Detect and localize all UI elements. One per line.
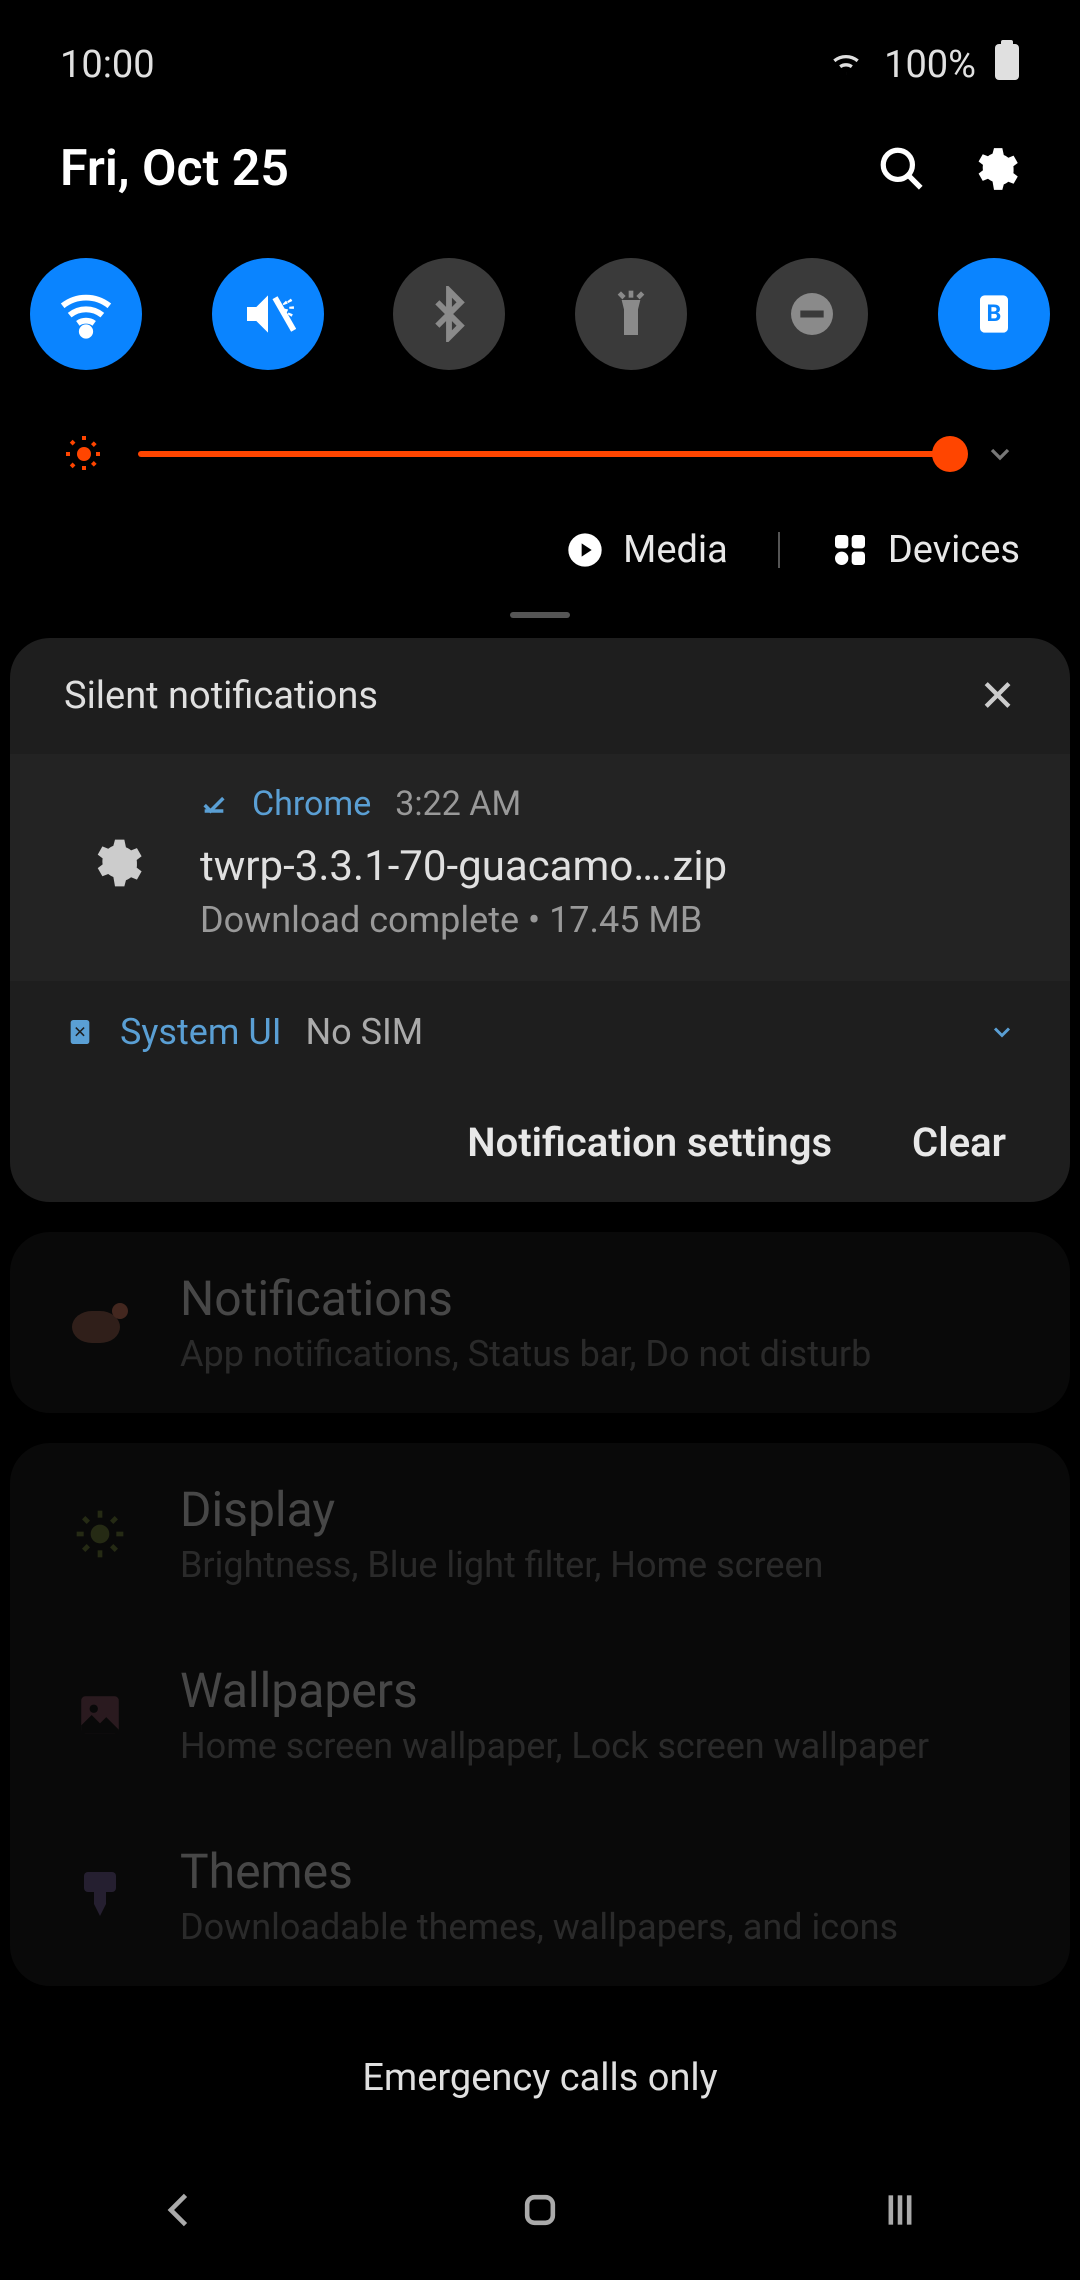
media-devices-row: Media Devices <box>0 508 1080 602</box>
nav-home[interactable] <box>510 2180 570 2240</box>
nav-back[interactable] <box>150 2180 210 2240</box>
system-app-label: System UI <box>120 1011 282 1053</box>
settings-item-wallpapers[interactable]: Wallpapers Home screen wallpaper, Lock s… <box>10 1624 1070 1805</box>
wallpapers-icon <box>70 1685 130 1745</box>
notification-subtitle: Download complete • 17.45 MB <box>200 899 1020 941</box>
svg-text:✕: ✕ <box>73 1022 86 1041</box>
notification-settings-button[interactable]: Notification settings <box>467 1119 832 1166</box>
notification-time: 3:22 AM <box>395 784 521 824</box>
settings-background: Notifications App notifications, Status … <box>0 1202 1080 1986</box>
brightness-expand[interactable] <box>980 438 1020 470</box>
nav-recents[interactable] <box>870 2180 930 2240</box>
wifi-icon <box>826 40 866 90</box>
silent-header-label: Silent notifications <box>64 674 378 718</box>
status-time: 10:00 <box>60 43 155 87</box>
notifications-icon <box>70 1293 130 1353</box>
settings-item-display[interactable]: Display Brightness, Blue light filter, H… <box>10 1443 1070 1624</box>
chevron-down-icon[interactable] <box>988 1018 1016 1046</box>
quick-toggles: B <box>0 228 1080 390</box>
notification-title: twrp-3.3.1-70-guacamo….zip <box>200 842 1020 891</box>
brightness-row <box>0 390 1080 508</box>
date-row: Fri, Oct 25 <box>0 110 1080 228</box>
toggle-flashlight[interactable] <box>575 258 687 370</box>
settings-sub: Brightness, Blue light filter, Home scre… <box>180 1544 1010 1586</box>
settings-title: Display <box>180 1481 1010 1538</box>
notification-actions: Notification settings Clear <box>10 1083 1070 1202</box>
toggle-bluetooth[interactable] <box>393 258 505 370</box>
notification-item[interactable]: Chrome 3:22 AM twrp-3.3.1-70-guacamo….zi… <box>10 754 1070 981</box>
battery-icon <box>994 40 1020 90</box>
notification-app-icon <box>60 784 170 941</box>
brightness-icon <box>60 430 108 478</box>
search-icon[interactable] <box>876 143 928 195</box>
nav-bar <box>0 2140 1080 2280</box>
settings-title: Notifications <box>180 1270 1010 1327</box>
emergency-text: Emergency calls only <box>0 2056 1080 2100</box>
display-icon <box>70 1504 130 1564</box>
date-text: Fri, Oct 25 <box>60 140 289 198</box>
settings-item-themes[interactable]: Themes Downloadable themes, wallpapers, … <box>10 1805 1070 1986</box>
settings-icon[interactable] <box>968 143 1020 195</box>
devices-button[interactable]: Devices <box>830 528 1020 572</box>
settings-sub: Downloadable themes, wallpapers, and ico… <box>180 1906 1010 1948</box>
brightness-slider[interactable] <box>138 451 950 457</box>
toggle-wifi[interactable] <box>30 258 142 370</box>
notification-app: Chrome <box>252 784 371 824</box>
battery-text: 100% <box>884 43 976 87</box>
settings-sub: App notifications, Status bar, Do not di… <box>180 1333 1010 1375</box>
settings-item-notifications[interactable]: Notifications App notifications, Status … <box>10 1232 1070 1413</box>
svg-text:B: B <box>987 299 1002 327</box>
clear-button[interactable]: Clear <box>912 1119 1006 1166</box>
media-label: Media <box>623 528 728 572</box>
panel-handle[interactable] <box>510 612 570 618</box>
media-button[interactable]: Media <box>565 528 728 572</box>
status-right: 100% <box>826 40 1020 90</box>
settings-title: Wallpapers <box>180 1662 1010 1719</box>
toggle-mute-vibrate[interactable] <box>212 258 324 370</box>
brightness-thumb[interactable] <box>932 436 968 472</box>
settings-sub: Home screen wallpaper, Lock screen wallp… <box>180 1725 1010 1767</box>
settings-title: Themes <box>180 1843 1010 1900</box>
devices-label: Devices <box>888 528 1020 572</box>
themes-icon <box>70 1866 130 1926</box>
notification-panel: Silent notifications ✕ Chrome 3:22 AM tw… <box>10 638 1070 1202</box>
media-divider <box>778 532 780 568</box>
status-bar: 10:00 100% <box>0 0 1080 110</box>
dismiss-silent-icon[interactable]: ✕ <box>979 670 1016 722</box>
system-status: No SIM <box>306 1011 424 1053</box>
silent-header: Silent notifications ✕ <box>10 638 1070 754</box>
system-notification[interactable]: ✕ System UI No SIM <box>10 981 1070 1083</box>
toggle-dnd[interactable] <box>756 258 868 370</box>
toggle-blue-light[interactable]: B <box>938 258 1050 370</box>
